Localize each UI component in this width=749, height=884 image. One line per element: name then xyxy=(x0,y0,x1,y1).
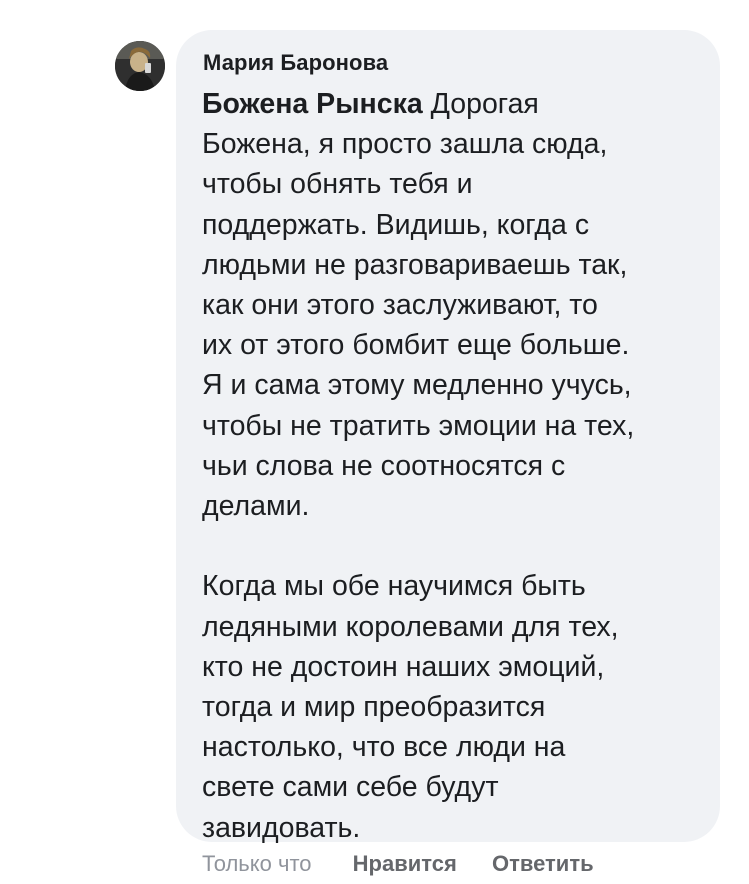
comment-line: их от этого бомбит еще больше. xyxy=(202,329,630,362)
comment-line: чтобы обнять тебя и xyxy=(202,168,473,201)
comment-line: как они этого заслуживают, то xyxy=(202,289,598,322)
avatar[interactable] xyxy=(115,41,165,91)
comment-first-line-rest: Дорогая xyxy=(422,88,539,120)
reply-button[interactable]: Ответить xyxy=(492,851,594,876)
comment-actions: Только что Нравится Ответить xyxy=(202,851,594,877)
comment-line: делами. xyxy=(202,490,310,523)
comment-timestamp[interactable]: Только что xyxy=(202,851,312,876)
like-button[interactable]: Нравится xyxy=(353,851,457,876)
comment-author[interactable]: Мария Баронова xyxy=(203,50,388,76)
comment-first-line: Божена Рынска Дорогая xyxy=(202,84,712,124)
comment-line: завидовать. xyxy=(202,811,361,844)
comment-line: Я и сама этому медленно учусь, xyxy=(202,369,632,402)
comment-line: свете сами себе будут xyxy=(202,771,499,804)
comment-line: ледяными королевами для тех, xyxy=(202,610,619,643)
comment-line: настолько, что все люди на xyxy=(202,731,566,764)
comment-line: Божена, я просто зашла сюда, xyxy=(202,128,608,161)
user-avatar-photo-icon xyxy=(115,41,165,91)
comment-line: поддержать. Видишь, когда с xyxy=(202,208,590,241)
mention-link[interactable]: Божена Рынска xyxy=(202,88,423,120)
comment-line: тогда и мир преобразится xyxy=(202,691,546,724)
comment-line: людьми не разговариваешь так, xyxy=(202,248,628,281)
comment-line: Когда мы обе научимся быть xyxy=(202,570,586,603)
comment-line: чьи слова не соотносятся с xyxy=(202,449,566,482)
comment-line: кто не достоин наших эмоций, xyxy=(202,650,605,683)
comment-text: Божена Рынска Дорогая Божена, я просто з… xyxy=(202,84,712,848)
comment-line: чтобы не тратить эмоции на тех, xyxy=(202,409,635,442)
